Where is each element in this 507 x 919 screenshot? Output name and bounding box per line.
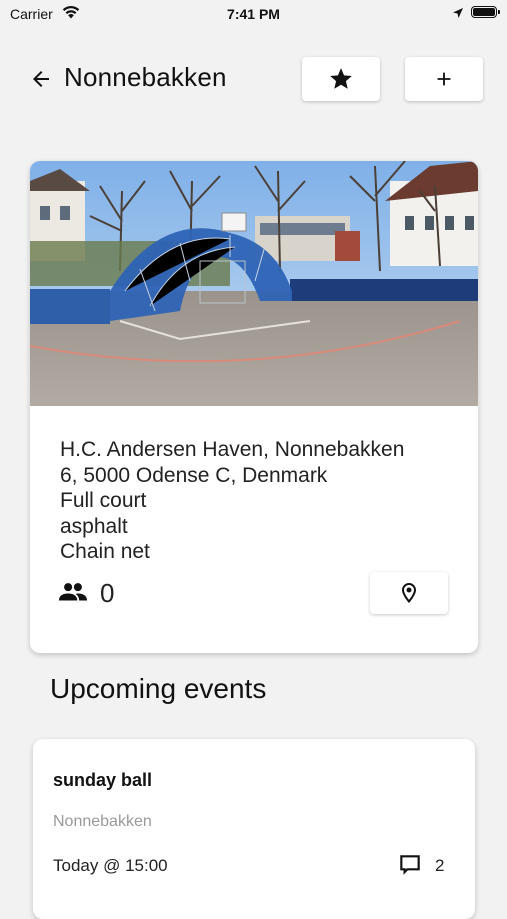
court-details: H.C. Andersen Haven, Nonnebakken 6, 5000… — [60, 437, 460, 565]
add-event-button[interactable] — [405, 57, 483, 101]
comment-icon — [397, 852, 423, 883]
court-type: Full court — [60, 489, 147, 512]
star-icon — [330, 68, 352, 89]
court-card: H.C. Andersen Haven, Nonnebakken 6, 5000… — [30, 161, 478, 653]
event-time: Today @ 15:00 — [53, 856, 168, 875]
court-net: Chain net — [60, 540, 150, 563]
upcoming-events-heading: Upcoming events — [50, 673, 267, 704]
players-count: 0 — [100, 578, 115, 608]
court-surface: asphalt — [60, 514, 128, 538]
event-card[interactable]: sunday ball Nonnebakken Today @ 15:00 2 — [33, 739, 475, 919]
event-name: sunday ball — [53, 770, 153, 790]
court-address-line-1: H.C. Andersen Haven, Nonnebakken — [60, 438, 405, 461]
court-photo — [30, 161, 478, 406]
plus-icon — [437, 72, 451, 86]
court-address-line-2: 6, 5000 Odense C, Denmark — [60, 463, 328, 487]
event-location: Nonnebakken — [53, 813, 152, 830]
clock: 7:41 PM — [227, 6, 280, 22]
people-icon — [58, 581, 88, 608]
page-title: Nonnebakken — [64, 62, 227, 92]
location-arrow-icon — [452, 6, 464, 24]
map-pin-icon — [402, 583, 416, 603]
map-location-button[interactable] — [370, 572, 448, 614]
comment-count: 2 — [435, 856, 445, 875]
status-bar: Carrier 7:41 PM — [0, 0, 507, 30]
arrow-left-icon — [33, 71, 49, 87]
battery-icon — [471, 6, 500, 18]
back-button[interactable] — [26, 64, 56, 94]
favorite-button[interactable] — [302, 57, 380, 101]
